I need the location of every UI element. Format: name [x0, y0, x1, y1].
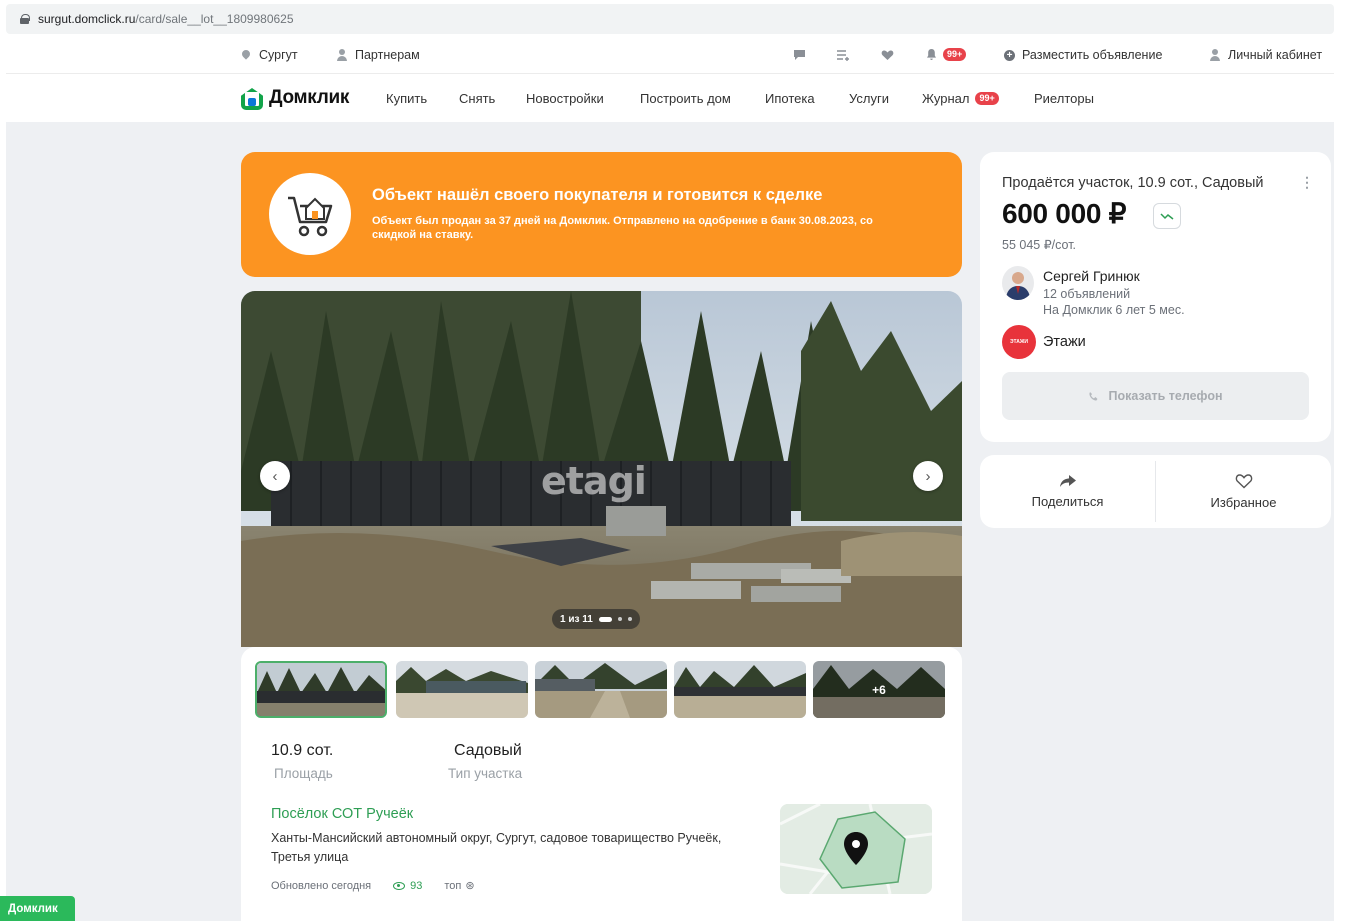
nav-buy[interactable]: Купить [386, 91, 427, 106]
more-options-icon[interactable]: ⋮ [1300, 174, 1314, 191]
updated-text: Обновлено сегодня [271, 879, 372, 892]
offer-title: Продаётся участок, 10.9 сот., Садовый [1002, 175, 1264, 191]
village-link[interactable]: Посёлок СОТ Ручеёк [271, 806, 413, 822]
banner-subtitle: Объект был продан за 37 дней на Домклик.… [372, 215, 873, 241]
photo-dot [627, 617, 632, 621]
chevron-left-icon: ‹ [272, 467, 278, 485]
top-badge: топ ⊛ [444, 879, 475, 893]
notifications-badge: 99+ [943, 48, 967, 61]
agent-name[interactable]: Сергей Гринюк [1043, 268, 1140, 284]
trend-icon [1160, 213, 1174, 220]
thumbnail-4[interactable] [674, 661, 806, 718]
rocket-icon: ⊛ [465, 880, 475, 892]
agency-logo-text: ЭТАЖИ [1009, 339, 1029, 345]
actions-card: Поделиться Избранное [980, 455, 1331, 528]
chevron-right-icon: › [925, 467, 931, 485]
thumbnail-1[interactable] [255, 661, 387, 718]
utility-bar: Сургут Партнерам 99+ + Разместить объявл… [6, 38, 1334, 74]
partners-label: Партнерам [355, 48, 420, 62]
cart-house-icon [269, 173, 351, 255]
agency-name[interactable]: Этажи [1043, 334, 1086, 350]
nav-new-buildings[interactable]: Новостройки [526, 91, 604, 106]
domclick-corner-tag: Домклик [0, 896, 75, 921]
area-label: Площадь [274, 766, 333, 781]
plus-icon: + [1004, 49, 1015, 61]
city-selector[interactable]: Сургут [242, 48, 298, 62]
plot-type-label: Тип участка [448, 766, 523, 781]
notifications[interactable]: 99+ [926, 48, 967, 61]
share-icon [1059, 475, 1076, 487]
photo-counter-text: 1 из 11 [560, 613, 593, 625]
offer-card: Продаётся участок, 10.9 сот., Садовый ⋮ … [980, 152, 1331, 442]
chat-icon[interactable] [793, 49, 806, 61]
heart-outline-icon [1235, 474, 1252, 489]
logo[interactable]: Домклик [241, 86, 349, 110]
sold-banner: Объект нашёл своего покупателя и готовит… [241, 152, 962, 277]
details-card: +6 10.9 сот. Площадь Садовый Тип участка… [241, 647, 962, 921]
address-text: Ханты-Мансийский автономный округ, Сургу… [271, 831, 722, 864]
price-per-unit: 55 045 ₽/сот. [1002, 238, 1077, 252]
photo-dot [617, 617, 622, 621]
favorite-label: Избранное [1210, 495, 1277, 510]
agent-avatar[interactable] [1002, 266, 1034, 300]
nav-journal[interactable]: Журнал 99+ [922, 91, 999, 106]
listing-meta: Обновлено сегодня 93 топ ⊛ [271, 879, 475, 893]
views-count: 93 [393, 880, 422, 892]
area-value: 10.9 сот. [271, 742, 334, 759]
thumbnail-5[interactable]: +6 [813, 661, 945, 718]
favorite-button[interactable]: Избранное [1156, 455, 1331, 528]
location-minimap[interactable] [780, 804, 932, 894]
partner-icon [337, 49, 347, 61]
photo-gallery[interactable]: etagi ‹ › 1 из 11 [241, 291, 962, 647]
photo-watermark: etagi [541, 459, 647, 503]
url-path: /card/sale__lot__1809980625 [135, 12, 294, 26]
agent-tenure: На Домклик 6 лет 5 мес. [1043, 303, 1185, 317]
thumbnail-2[interactable] [396, 661, 528, 718]
location-pin-icon [242, 50, 250, 61]
next-photo-button[interactable]: › [913, 461, 943, 491]
city-label: Сургут [259, 48, 298, 62]
offer-price: 600 000 ₽ [1002, 198, 1127, 229]
main-nav: Домклик Купить Снять Новостройки Построи… [6, 76, 1334, 122]
account-link[interactable]: Личный кабинет [1210, 48, 1322, 62]
show-phone-label: Показать телефон [1108, 389, 1223, 403]
nav-mortgage[interactable]: Ипотека [765, 91, 815, 106]
photo-counter: 1 из 11 [552, 609, 640, 629]
nav-build-house[interactable]: Построить дом [640, 91, 731, 106]
heart-icon[interactable] [881, 49, 894, 61]
share-label: Поделиться [1031, 494, 1104, 509]
journal-badge: 99+ [975, 92, 999, 105]
nav-services[interactable]: Услуги [849, 91, 889, 106]
post-ad-link[interactable]: + Разместить объявление [1004, 48, 1162, 62]
nav-rent[interactable]: Снять [459, 91, 495, 106]
price-history-button[interactable] [1153, 203, 1181, 229]
url-host: surgut.domclick.ru [38, 12, 136, 26]
agency-logo[interactable]: ЭТАЖИ [1002, 325, 1036, 359]
more-photos-label: +6 [813, 661, 945, 718]
share-button[interactable]: Поделиться [980, 455, 1155, 528]
eye-icon [393, 881, 406, 890]
bell-icon [927, 49, 936, 60]
photo-dot-active [598, 616, 612, 622]
prev-photo-button[interactable]: ‹ [260, 461, 290, 491]
address-bar[interactable]: surgut.domclick.ru/card/sale__lot__18099… [6, 4, 1334, 34]
lock-icon [20, 14, 30, 24]
agent-listings: 12 объявлений [1043, 287, 1131, 301]
nav-journal-label: Журнал [922, 91, 970, 106]
compare-icon[interactable] [836, 49, 851, 61]
nav-realtors[interactable]: Риелторы [1034, 91, 1094, 106]
phone-icon [1089, 391, 1098, 401]
account-label: Личный кабинет [1228, 48, 1323, 62]
views-value: 93 [410, 879, 423, 892]
user-icon [1210, 49, 1220, 61]
banner-title: Объект нашёл своего покупателя и готовит… [372, 186, 823, 204]
show-phone-button[interactable]: Показать телефон [1002, 372, 1309, 420]
post-ad-label: Разместить объявление [1022, 48, 1163, 62]
logo-icon [241, 86, 263, 110]
thumbnail-3[interactable] [535, 661, 667, 718]
plot-type-value: Садовый [454, 742, 522, 759]
logo-text: Домклик [269, 87, 350, 108]
partners-link[interactable]: Партнерам [337, 48, 420, 62]
top-label: топ [444, 879, 462, 892]
